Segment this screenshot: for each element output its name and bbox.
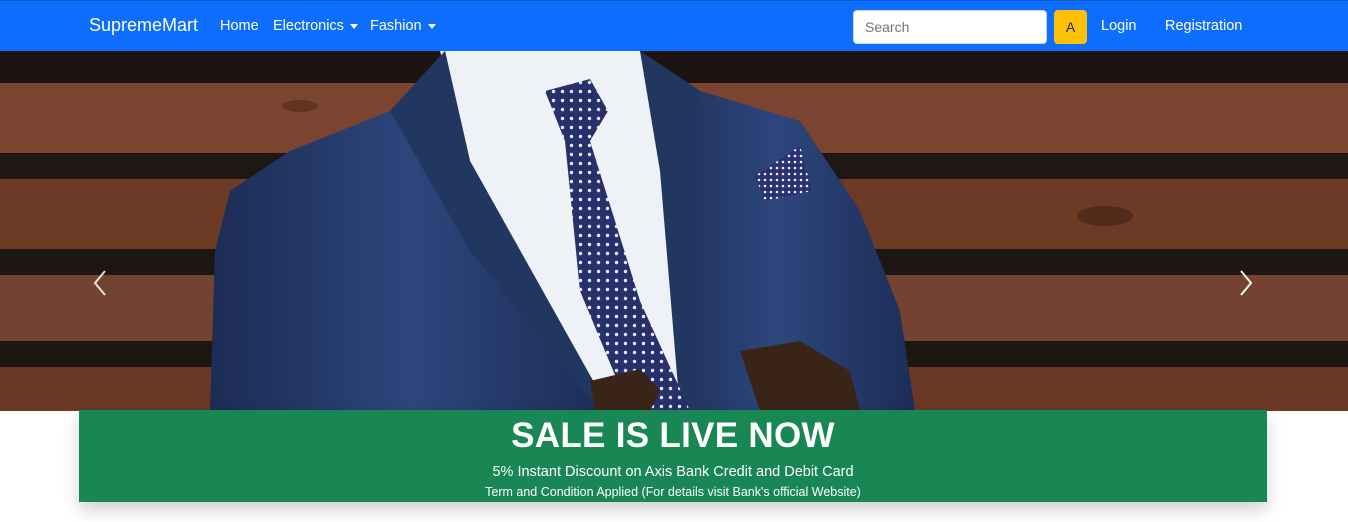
brand-logo[interactable]: SupremeMart <box>89 15 198 36</box>
search-input[interactable] <box>853 10 1047 44</box>
caret-down-icon <box>427 23 436 29</box>
sale-subtitle: 5% Instant Discount on Axis Bank Credit … <box>492 464 854 480</box>
nav-home-link[interactable]: Home <box>220 18 259 34</box>
sale-banner: SALE IS LIVE NOW 5% Instant Discount on … <box>79 410 1267 502</box>
sale-terms-note: Term and Condition Applied (For details … <box>485 485 861 499</box>
registration-link[interactable]: Registration <box>1165 18 1242 34</box>
sale-title: SALE IS LIVE NOW <box>511 416 835 455</box>
login-link[interactable]: Login <box>1101 18 1136 34</box>
carousel-prev-icon[interactable] <box>88 263 112 303</box>
hero-carousel <box>0 51 1348 411</box>
nav-fashion-dropdown[interactable]: Fashion <box>370 18 436 34</box>
search-button[interactable]: A <box>1054 10 1087 44</box>
carousel-next-icon[interactable] <box>1234 263 1258 303</box>
navbar: SupremeMart Home Electronics Fashion A L… <box>0 0 1348 51</box>
hero-image <box>0 51 1348 411</box>
nav-electronics-dropdown[interactable]: Electronics <box>273 18 358 34</box>
caret-down-icon <box>349 23 358 29</box>
